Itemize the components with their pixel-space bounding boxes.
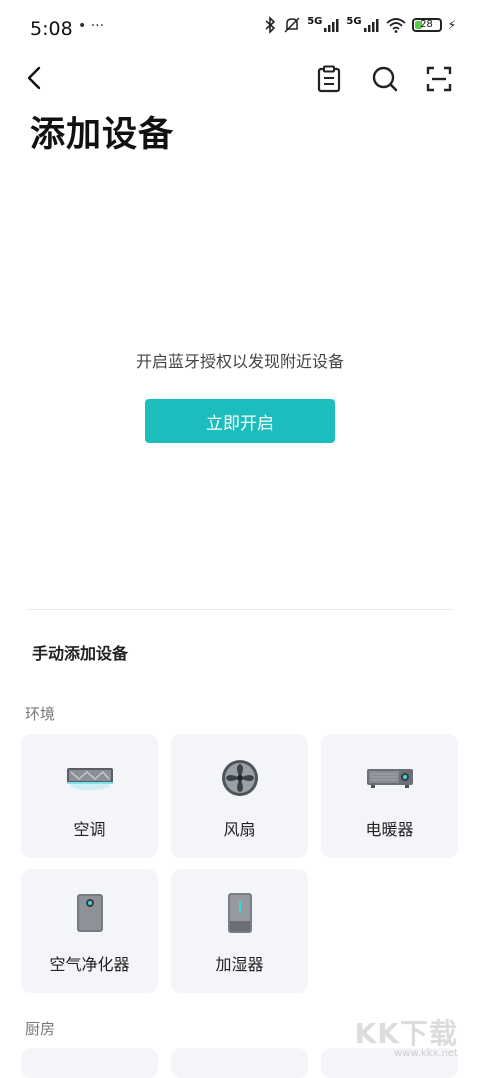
battery-level: 28 — [420, 19, 433, 30]
clipboard-icon — [317, 65, 341, 93]
scan-button[interactable] — [422, 62, 456, 96]
section-divider — [26, 609, 454, 610]
device-card-air-purifier[interactable]: 空气净化器 — [21, 869, 158, 993]
back-button[interactable] — [18, 62, 50, 94]
device-card-air-conditioner[interactable]: 空调 — [21, 734, 158, 858]
watermark: KK下载 www.kkx.net — [355, 1012, 458, 1059]
search-button[interactable] — [368, 62, 402, 96]
network-type-2: 5G — [346, 16, 362, 27]
heater-icon — [321, 754, 458, 802]
device-label: 电暖器 — [365, 820, 414, 839]
charging-icon: ⚡ — [447, 18, 456, 32]
device-label: 空调 — [73, 820, 106, 839]
bluetooth-prompt: 开启蓝牙授权以发现附近设备 — [135, 352, 344, 371]
notification-icons: • ··· — [78, 18, 105, 34]
signal-icon — [363, 19, 379, 32]
search-icon — [372, 66, 398, 92]
category-label-environment: 环境 — [25, 705, 56, 723]
scan-icon — [426, 66, 452, 92]
device-card-fan[interactable]: 风扇 — [171, 734, 308, 858]
device-card-partial[interactable] — [21, 1048, 158, 1078]
status-icons: 5G 5G 28 ⚡ — [263, 16, 456, 34]
clipboard-button[interactable] — [312, 62, 346, 96]
category-label-kitchen: 厨房 — [25, 1020, 56, 1038]
page-title: 添加设备 — [30, 115, 175, 155]
air-purifier-icon — [21, 889, 158, 937]
device-card-humidifier[interactable]: 加湿器 — [171, 869, 308, 993]
status-bar: 5:08 • ··· 5G 5G 28 ⚡ — [0, 0, 480, 56]
top-bar — [0, 56, 480, 102]
watermark-logo: KK下载 — [354, 1017, 458, 1050]
air-conditioner-icon — [21, 754, 158, 802]
status-time: 5:08 — [30, 18, 73, 40]
enable-bluetooth-button[interactable]: 立即开启 — [145, 399, 335, 443]
humidifier-icon — [171, 889, 308, 937]
bluetooth-icon — [265, 16, 276, 34]
back-arrow-icon — [27, 66, 41, 90]
manual-add-title: 手动添加设备 — [32, 644, 129, 663]
device-card-heater[interactable]: 电暖器 — [321, 734, 458, 858]
wifi-icon — [385, 18, 406, 33]
device-label: 风扇 — [223, 820, 256, 839]
device-label: 加湿器 — [215, 955, 264, 974]
battery-icon: 28 — [411, 18, 442, 32]
device-label: 空气净化器 — [49, 955, 130, 974]
device-card-partial[interactable] — [171, 1048, 308, 1078]
signal-icon — [324, 19, 339, 32]
fan-icon — [171, 754, 308, 802]
network-type-1: 5G — [307, 16, 323, 27]
mute-icon — [284, 17, 300, 33]
